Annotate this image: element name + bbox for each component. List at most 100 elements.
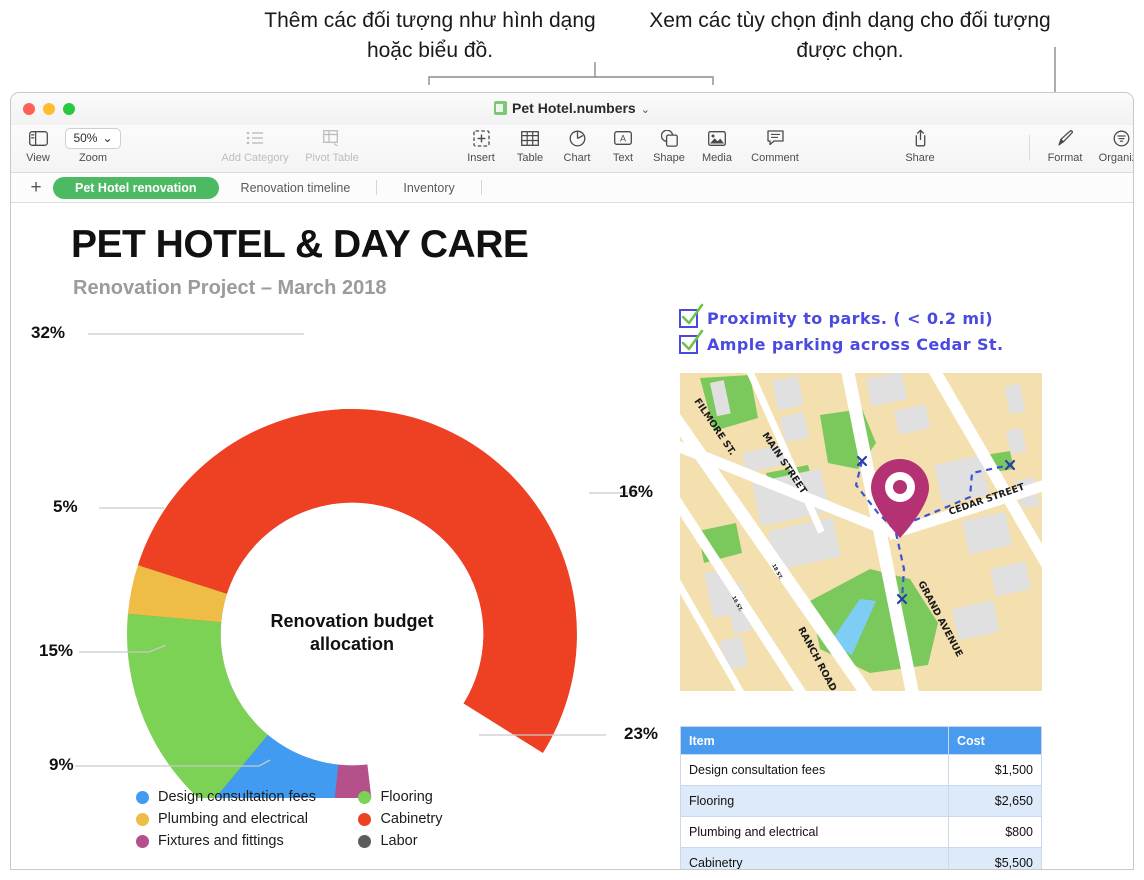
zoom-level-value: 50%: [73, 131, 98, 145]
table-cell-item[interactable]: Design consultation fees: [680, 754, 949, 786]
legend-column-2: Flooring Cabinetry Labor: [358, 788, 443, 854]
table-cell-cost[interactable]: $800: [948, 816, 1042, 848]
checklist-text: Ample parking across Cedar St.: [707, 334, 1004, 354]
table-row[interactable]: Design consultation fees $1,500: [680, 754, 1042, 786]
shape-icon: [660, 127, 678, 149]
donut-center-label: Renovation budget allocation: [270, 611, 434, 655]
legend-column-1: Design consultation fees Plumbing and el…: [136, 788, 354, 854]
toolbar-organize-label: Organize: [1098, 152, 1133, 164]
toolbar-zoom-control[interactable]: 50% ⌄ Zoom: [58, 127, 128, 164]
legend-label: Fixtures and fittings: [158, 833, 284, 849]
toolbar-text-label: Text: [612, 152, 634, 164]
toolbar-organize-button[interactable]: Organize: [1086, 127, 1133, 164]
add-sheet-button[interactable]: +: [19, 177, 53, 199]
toolbar-zoom-label: Zoom: [78, 152, 108, 164]
legend-item-fixtures-and-fittings: Fixtures and fittings: [136, 832, 354, 850]
check-mark-icon: [681, 303, 704, 324]
sheet-tab-inventory[interactable]: Inventory: [381, 177, 476, 199]
document-filename: Pet Hotel.numbers: [512, 100, 636, 116]
legend-swatch-magenta: [136, 834, 149, 848]
donut-label-fixtures-pct: 16%: [619, 482, 654, 501]
table-header-row: Item Cost: [680, 726, 1042, 755]
legend-item-plumbing-and-electrical: Plumbing and electrical: [136, 810, 354, 828]
budget-donut-chart[interactable]: 32% 5% 15% 9% 16% 23% Renovation budget …: [31, 318, 671, 859]
checkbox-checked-icon[interactable]: [679, 329, 704, 354]
sheet-tab-bar: + Pet Hotel renovation Renovation timeli…: [11, 173, 1133, 203]
toolbar-comment-button[interactable]: Comment: [740, 127, 810, 164]
table-cell-cost[interactable]: $1,500: [948, 754, 1042, 786]
table-cell-cost[interactable]: $2,650: [948, 785, 1042, 817]
cost-table[interactable]: Item Cost Design consultation fees $1,50…: [680, 726, 1042, 869]
donut-label-labor-pct: 23%: [624, 724, 659, 743]
legend-label: Plumbing and electrical: [158, 811, 308, 827]
legend-item-cabinetry: Cabinetry: [358, 810, 443, 828]
check-mark-icon: [681, 329, 704, 350]
legend-swatch-red: [358, 812, 372, 826]
format-brush-icon: [1057, 127, 1074, 149]
legend-label: Flooring: [380, 789, 433, 805]
table-row[interactable]: Plumbing and electrical $800: [680, 816, 1042, 848]
toolbar-shape-label: Shape: [653, 152, 685, 164]
legend-item-labor: Labor: [358, 832, 442, 850]
table-cell-item[interactable]: Plumbing and electrical: [680, 816, 949, 848]
window-titlebar: Pet Hotel.numbers ⌄: [11, 93, 1133, 125]
sheet-tab-pet-hotel-renovation[interactable]: Pet Hotel renovation: [53, 176, 219, 199]
donut-label-flooring-pct: 15%: [39, 641, 74, 660]
document-title-bar[interactable]: Pet Hotel.numbers ⌄: [11, 100, 1133, 116]
chart-icon: [569, 127, 586, 149]
checklist-item-parking[interactable]: Ample parking across Cedar St.: [679, 329, 1004, 357]
checkbox-checked-icon[interactable]: [679, 303, 704, 328]
page-subtitle: Renovation Project – March 2018: [73, 277, 387, 299]
table-cell-item[interactable]: Cabinetry: [680, 847, 949, 869]
donut-chart-svg: [75, 333, 639, 859]
toolbar-share-label: Share: [905, 152, 935, 164]
legend-label: Cabinetry: [380, 811, 443, 827]
checklist-item-proximity[interactable]: Proximity to parks. ( < 0.2 mi): [679, 303, 1003, 331]
toolbar-pivot-table-label: Pivot Table: [305, 152, 359, 164]
toolbar-chart-label: Chart: [563, 152, 591, 164]
legend-label: Design consultation fees: [158, 789, 316, 805]
pivot-table-icon: [323, 127, 341, 149]
sheet-tab-renovation-timeline[interactable]: Renovation timeline: [219, 177, 373, 199]
media-icon: [708, 127, 726, 149]
map-svg: FILMORE ST. MAIN STREET CEDAR STREET GRA…: [680, 373, 1042, 691]
toolbar-comment-label: Comment: [751, 152, 799, 164]
checklist-text: Proximity to parks. ( < 0.2 mi): [707, 308, 994, 328]
handwritten-checklist: Proximity to parks. ( < 0.2 mi) Ample pa…: [679, 303, 1004, 357]
table-header-cost[interactable]: Cost: [948, 726, 1042, 755]
toolbar-table-label: Table: [516, 152, 544, 164]
zoom-value-pill[interactable]: 50% ⌄: [65, 127, 121, 149]
table-row[interactable]: Flooring $2,650: [680, 785, 1042, 817]
comment-icon: [766, 127, 784, 149]
legend-swatch-gray: [358, 834, 372, 848]
spreadsheet-canvas: PET HOTEL & DAY CARE Renovation Project …: [11, 203, 1133, 869]
table-header-item[interactable]: Item: [680, 726, 949, 755]
chevron-down-icon: ⌄: [102, 131, 113, 145]
toolbar-view-label: View: [26, 152, 50, 164]
chart-legend: Design consultation fees Plumbing and el…: [136, 788, 566, 854]
legend-swatch-blue: [136, 790, 149, 804]
location-map-image[interactable]: FILMORE ST. MAIN STREET CEDAR STREET GRA…: [680, 373, 1042, 691]
main-toolbar: View 50% ⌄ Zoom Add Category Pivot Table: [11, 125, 1133, 173]
title-chevron-down-icon[interactable]: ⌄: [641, 104, 650, 116]
toolbar-format-label: Format: [1047, 152, 1083, 164]
donut-label-plumbing-pct: 5%: [53, 497, 78, 516]
legend-label: Labor: [380, 833, 418, 849]
legend-item-flooring: Flooring: [358, 788, 442, 806]
table-row[interactable]: Cabinetry $5,500: [680, 847, 1042, 869]
sheet-tab-divider-2: [480, 180, 482, 195]
toolbar-add-category-button[interactable]: Add Category: [220, 127, 290, 164]
callout-annotations: Thêm các đối tượng như hình dạng hoặc bi…: [0, 0, 1144, 95]
list-icon: [246, 127, 264, 149]
toolbar-add-category-label: Add Category: [221, 152, 289, 164]
share-icon: [913, 127, 928, 149]
numbers-window: Pet Hotel.numbers ⌄ View 50% ⌄ Zoom Add C…: [10, 92, 1134, 870]
toolbar-pivot-table-button[interactable]: Pivot Table: [297, 127, 367, 164]
toolbar-share-button[interactable]: Share: [885, 127, 955, 164]
table-cell-item[interactable]: Flooring: [680, 785, 949, 817]
donut-label-cabinetry-pct: 32%: [31, 323, 66, 342]
table-cell-cost[interactable]: $5,500: [948, 847, 1042, 869]
numbers-file-icon: [494, 101, 508, 115]
svg-text:A: A: [620, 134, 626, 144]
legend-swatch-yellow: [136, 812, 149, 826]
